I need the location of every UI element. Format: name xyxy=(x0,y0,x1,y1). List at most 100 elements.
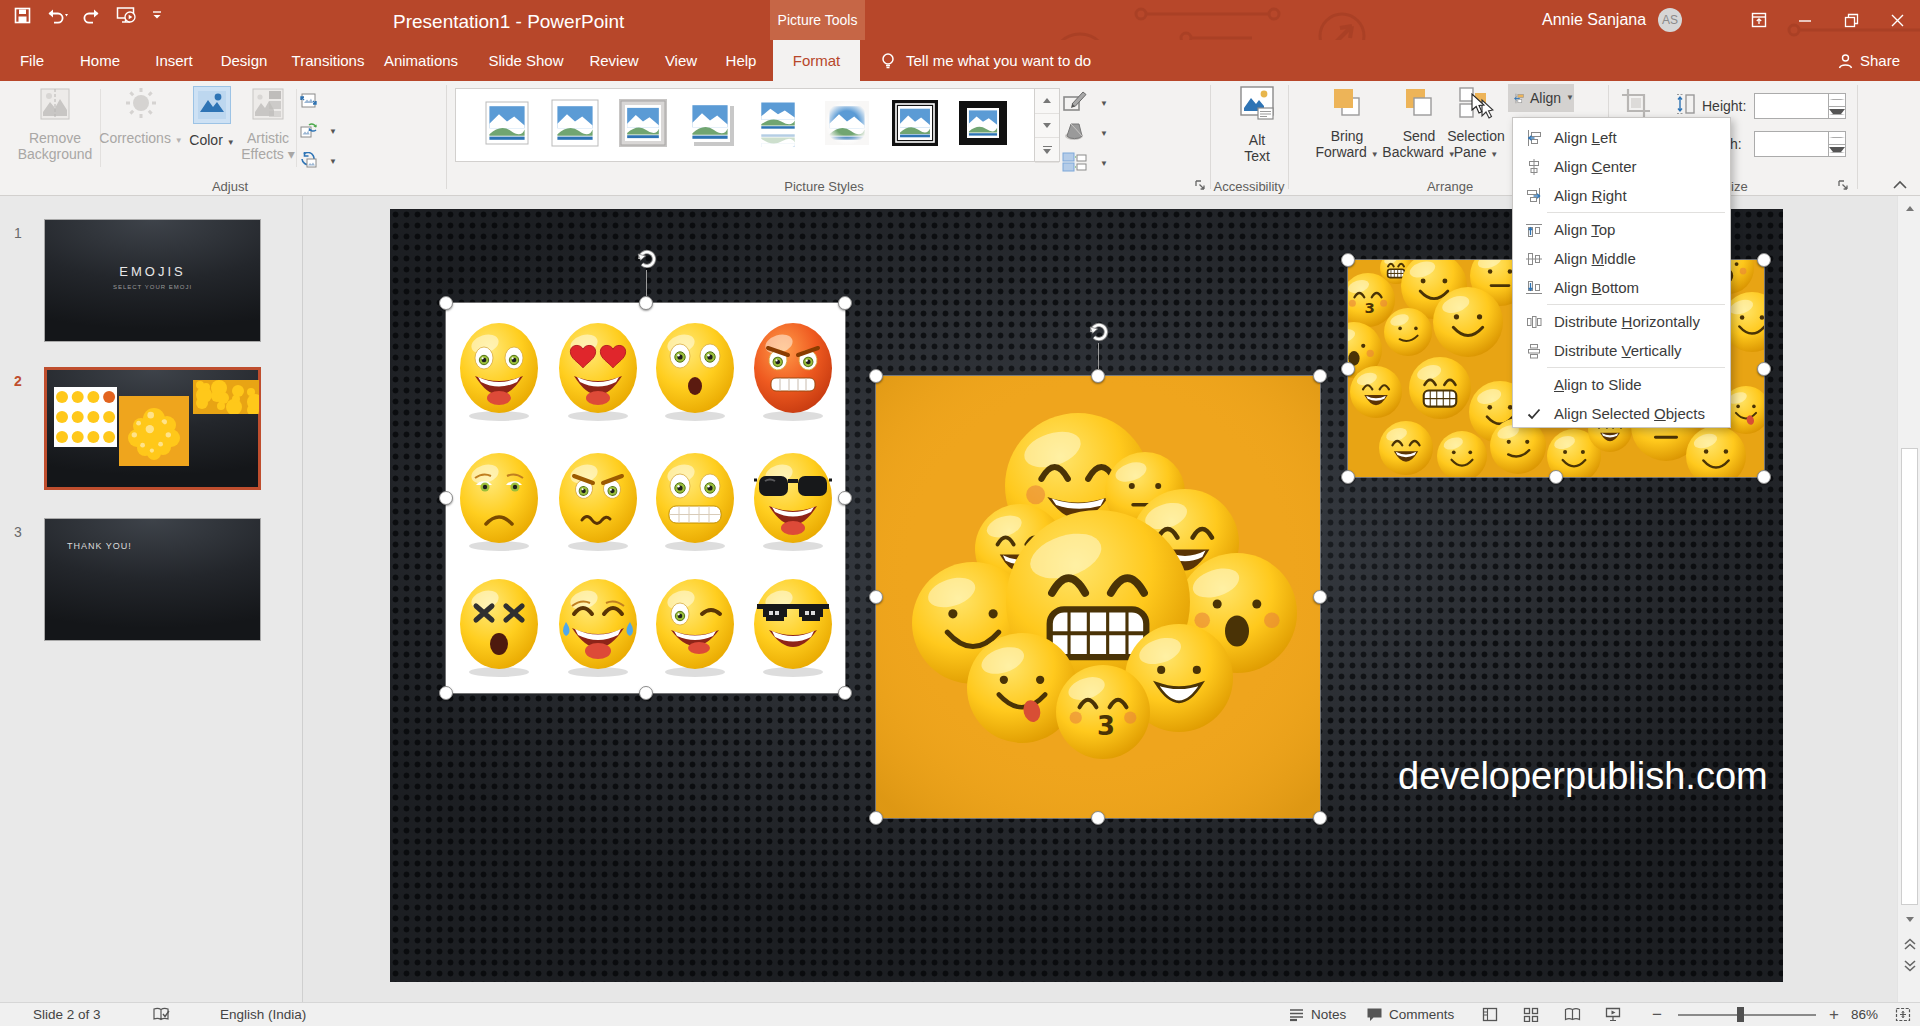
selection-handle[interactable] xyxy=(439,686,453,700)
contextual-tab-group[interactable]: Picture Tools xyxy=(770,0,865,40)
selection-handle[interactable] xyxy=(1341,253,1355,267)
selection-handle[interactable] xyxy=(838,686,852,700)
selection-handle[interactable] xyxy=(869,811,883,825)
selection-handle[interactable] xyxy=(1757,362,1771,376)
reading-view-button[interactable] xyxy=(1564,1003,1581,1026)
selection-handle[interactable] xyxy=(1091,369,1105,383)
menu-item-align-center[interactable]: Align Center xyxy=(1514,152,1729,181)
user-account[interactable]: Annie Sanjana AS xyxy=(1542,8,1682,32)
compress-pictures-button[interactable] xyxy=(300,92,323,112)
artistic-effects-button[interactable]: ArtisticEffects ▾ xyxy=(244,86,292,162)
scroll-up-button[interactable] xyxy=(1900,199,1919,218)
rotate-icon[interactable] xyxy=(634,246,658,270)
minimize-button[interactable] xyxy=(1782,0,1828,40)
zoom-level[interactable]: 86% xyxy=(1851,1003,1878,1026)
selection-handle[interactable] xyxy=(1313,590,1327,604)
selection-handle[interactable] xyxy=(1341,470,1355,484)
tab-insert[interactable]: Insert xyxy=(148,40,200,81)
selection-handle[interactable] xyxy=(1091,811,1105,825)
crop-button[interactable] xyxy=(1620,87,1652,119)
picture-style-simple[interactable] xyxy=(483,99,531,147)
selection-handle[interactable] xyxy=(639,686,653,700)
size-dialog-launcher[interactable] xyxy=(1836,178,1850,192)
menu-item-align-bottom[interactable]: Align Bottom xyxy=(1514,273,1729,302)
notes-button[interactable]: Notes xyxy=(1288,1003,1346,1026)
selection-handle[interactable] xyxy=(869,590,883,604)
menu-item-align-right[interactable]: Align Right xyxy=(1514,181,1729,210)
tab-format[interactable]: Format xyxy=(773,40,860,81)
rotate-handle[interactable] xyxy=(1086,319,1110,343)
slideshow-view-button[interactable] xyxy=(1605,1003,1621,1026)
zoom-slider-thumb[interactable] xyxy=(1737,1007,1744,1022)
menu-item-align-selected-objects[interactable]: Align Selected Objects xyxy=(1514,399,1729,428)
emoji-pile-picture[interactable]: 3 xyxy=(876,376,1320,818)
normal-view-button[interactable] xyxy=(1482,1003,1498,1026)
slide-indicator[interactable]: Slide 2 of 3 xyxy=(33,1003,101,1026)
align-button[interactable]: Align▼ xyxy=(1508,84,1574,112)
picture-style-black2[interactable] xyxy=(959,99,1007,147)
gallery-down-button[interactable] xyxy=(1035,114,1059,139)
slide-sorter-button[interactable] xyxy=(1523,1003,1539,1026)
selection-handle[interactable] xyxy=(639,296,653,310)
picture-border-button[interactable]: ▼ xyxy=(1062,90,1108,117)
qat-redo[interactable] xyxy=(83,7,102,24)
width-input-spinner[interactable] xyxy=(1828,132,1845,156)
picture-layout-button[interactable]: ▼ xyxy=(1062,150,1108,177)
menu-item-distribute-vertically[interactable]: Distribute Vertically xyxy=(1514,336,1729,365)
selection-handle[interactable] xyxy=(439,296,453,310)
emoji-grid-picture[interactable] xyxy=(446,303,845,693)
picture-style-white[interactable] xyxy=(551,99,599,147)
picture-style-black1[interactable] xyxy=(891,99,939,147)
selection-handle[interactable] xyxy=(1549,470,1563,484)
picture-style-soft[interactable] xyxy=(823,99,871,147)
picture-style-metal[interactable] xyxy=(619,99,667,147)
fit-slide-button[interactable] xyxy=(1895,1003,1911,1026)
qat-undo[interactable] xyxy=(45,7,69,24)
width-input[interactable] xyxy=(1754,131,1846,157)
slide-thumbnail-3[interactable]: THANK YOU! xyxy=(44,518,261,641)
language-indicator[interactable]: English (India) xyxy=(220,1003,306,1026)
height-input-spinner[interactable] xyxy=(1828,94,1845,118)
tab-review[interactable]: Review xyxy=(586,40,642,81)
rotate-handle[interactable] xyxy=(634,246,658,270)
reset-picture-button[interactable]: ▼ xyxy=(300,152,337,172)
next-slide-button[interactable] xyxy=(1900,956,1919,975)
picture-styles-dialog-launcher[interactable] xyxy=(1193,178,1207,192)
selection-handle[interactable] xyxy=(869,369,883,383)
picture-style-shadow[interactable] xyxy=(687,99,735,147)
ribbon-display-options-button[interactable] xyxy=(1736,0,1782,40)
rotate-icon[interactable] xyxy=(1086,319,1110,343)
corrections-button[interactable]: Corrections ▼ xyxy=(108,86,174,146)
remove-background-button[interactable]: RemoveBackground xyxy=(20,86,90,162)
menu-item-align-to-slide[interactable]: Align to Slide xyxy=(1514,370,1729,399)
slide-thumbnail-1[interactable]: EMOJIS SELECT YOUR EMOJI xyxy=(44,219,261,342)
selection-handle[interactable] xyxy=(838,296,852,310)
gallery-more-button[interactable] xyxy=(1035,138,1059,163)
tab-file[interactable]: File xyxy=(8,40,56,81)
menu-item-align-left[interactable]: Align Left xyxy=(1514,123,1729,152)
selection-handle[interactable] xyxy=(1757,253,1771,267)
selection-handle[interactable] xyxy=(1313,811,1327,825)
scroll-down-button[interactable] xyxy=(1900,910,1919,929)
collapse-ribbon-button[interactable] xyxy=(1890,177,1910,193)
tab-transitions[interactable]: Transitions xyxy=(288,40,368,81)
bring-forward-button[interactable]: BringForward ▼ xyxy=(1314,86,1380,160)
close-button[interactable] xyxy=(1874,0,1920,40)
menu-item-distribute-horizontally[interactable]: Distribute Horizontally xyxy=(1514,307,1729,336)
avatar[interactable]: AS xyxy=(1658,8,1682,32)
tab-slide-show[interactable]: Slide Show xyxy=(488,40,564,81)
spell-check-indicator[interactable] xyxy=(152,1003,172,1026)
slide-thumbnail-2[interactable] xyxy=(44,367,261,490)
previous-slide-button[interactable] xyxy=(1900,934,1919,953)
qat-save[interactable] xyxy=(14,7,31,24)
comments-button[interactable]: Comments xyxy=(1366,1003,1454,1026)
restore-button[interactable] xyxy=(1828,0,1874,40)
gallery-up-button[interactable] xyxy=(1035,89,1059,114)
tab-animations[interactable]: Animations xyxy=(380,40,462,81)
tab-home[interactable]: Home xyxy=(78,40,122,81)
vertical-scrollbar[interactable] xyxy=(1897,196,1920,1002)
tab-help[interactable]: Help xyxy=(720,40,762,81)
scrollbar-thumb[interactable] xyxy=(1901,448,1918,905)
qat-customize-qat[interactable] xyxy=(151,8,163,22)
picture-style-reflection[interactable] xyxy=(755,99,803,147)
